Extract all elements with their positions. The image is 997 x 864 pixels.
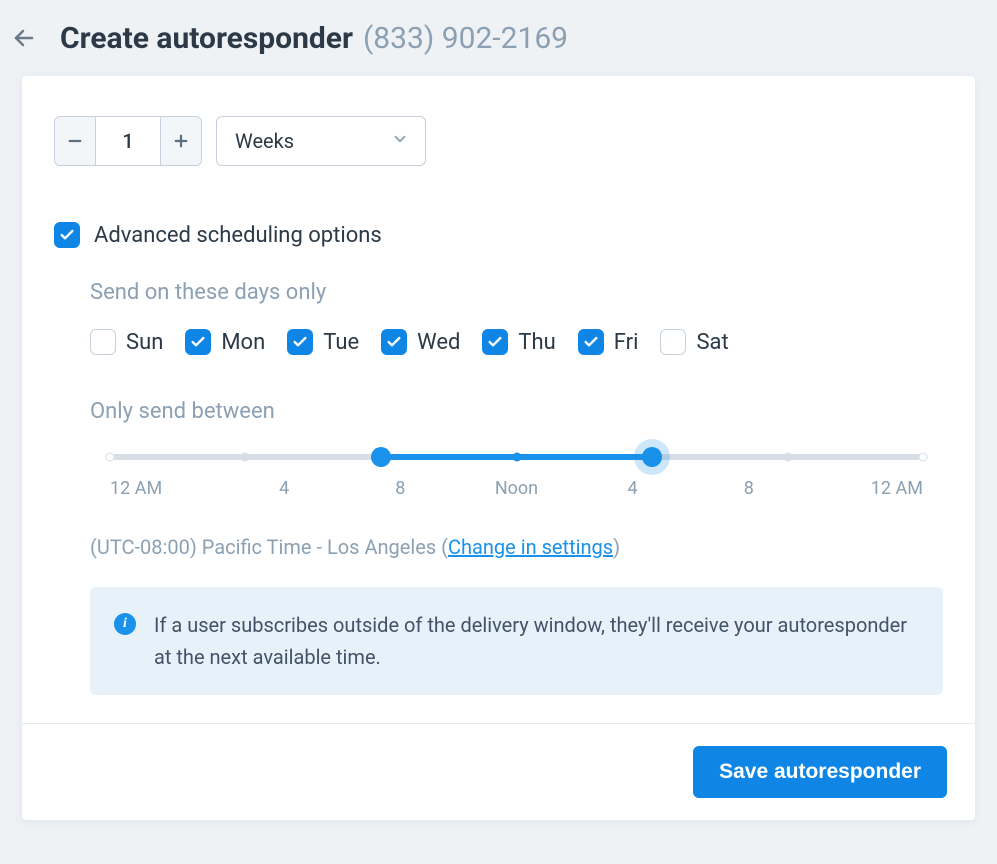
chevron-down-icon (391, 129, 409, 153)
info-callout: i If a user subscribes outside of the de… (90, 587, 943, 695)
day-mon: Mon (185, 329, 265, 355)
time-slider-end-handle[interactable] (642, 447, 662, 467)
delay-row: 1 Weeks (54, 116, 943, 166)
day-label: Thu (518, 330, 555, 355)
info-text: If a user subscribes outside of the deli… (154, 609, 919, 673)
advanced-options-row: Advanced scheduling options (54, 222, 943, 248)
back-button[interactable] (4, 18, 44, 58)
time-slider-tick (919, 453, 928, 462)
day-label: Mon (221, 330, 265, 355)
day-wed: Wed (381, 329, 460, 355)
minus-icon (66, 132, 84, 150)
page-header: Create autoresponder (833) 902-2169 (0, 0, 997, 76)
time-window-slider[interactable]: 12 AM48Noon4812 AM (98, 454, 935, 499)
time-slider-tick (783, 453, 792, 462)
days-row: Sun Mon Tue Wed Thu Fri Sat (90, 329, 943, 355)
time-slider-tick-label: 12 AM (807, 478, 923, 499)
timezone-row: (UTC-08:00) Pacific Time - Los Angeles (… (90, 535, 943, 559)
day-checkbox-mon[interactable] (185, 329, 211, 355)
day-checkbox-fri[interactable] (578, 329, 604, 355)
day-sat: Sat (660, 329, 728, 355)
delay-value[interactable]: 1 (95, 117, 161, 165)
day-label: Fri (614, 330, 639, 355)
change-timezone-link[interactable]: Change in settings (448, 535, 613, 559)
form-card: 1 Weeks Advanced scheduling option (22, 76, 975, 820)
day-checkbox-sun[interactable] (90, 329, 116, 355)
time-slider-start-handle[interactable] (371, 447, 391, 467)
time-slider-tick (106, 453, 115, 462)
timezone-suffix: ) (613, 535, 620, 559)
check-icon (292, 334, 308, 350)
time-slider-tick (241, 453, 250, 462)
delay-stepper: 1 (54, 116, 202, 166)
check-icon (386, 334, 402, 350)
advanced-options-checkbox[interactable] (54, 222, 80, 248)
day-checkbox-wed[interactable] (381, 329, 407, 355)
day-label: Sat (696, 330, 728, 355)
info-icon: i (114, 613, 136, 635)
time-slider-tick-label: 8 (342, 478, 458, 499)
day-tue: Tue (287, 329, 359, 355)
time-slider-tick-label: 4 (575, 478, 691, 499)
delay-unit-select[interactable]: Weeks (216, 116, 426, 166)
time-slider-tick-label: 12 AM (110, 478, 226, 499)
timezone-text: (UTC-08:00) Pacific Time - Los Angeles ( (90, 535, 448, 559)
check-icon (190, 334, 206, 350)
day-sun: Sun (90, 329, 163, 355)
time-slider-tick-label: 4 (226, 478, 342, 499)
arrow-left-icon (12, 26, 36, 50)
days-heading: Send on these days only (90, 280, 943, 305)
check-icon (487, 334, 503, 350)
day-label: Sun (126, 330, 163, 355)
check-icon (583, 334, 599, 350)
time-slider-labels: 12 AM48Noon4812 AM (110, 478, 923, 499)
day-label: Wed (417, 330, 460, 355)
day-checkbox-sat[interactable] (660, 329, 686, 355)
card-footer: Save autoresponder (22, 723, 975, 820)
time-window-heading: Only send between (90, 399, 943, 424)
delay-unit-label: Weeks (235, 129, 294, 153)
check-icon (59, 227, 75, 243)
advanced-options-label: Advanced scheduling options (94, 223, 382, 248)
page-subtitle-phone: (833) 902-2169 (363, 21, 568, 56)
day-fri: Fri (578, 329, 639, 355)
time-slider-tick-label: 8 (691, 478, 807, 499)
delay-decrement-button[interactable] (55, 117, 95, 165)
day-checkbox-thu[interactable] (482, 329, 508, 355)
day-checkbox-tue[interactable] (287, 329, 313, 355)
day-label: Tue (323, 330, 359, 355)
page-title: Create autoresponder (60, 21, 353, 56)
delay-increment-button[interactable] (161, 117, 201, 165)
time-slider-tick (512, 453, 521, 462)
time-slider-tick-label: Noon (458, 478, 574, 499)
save-autoresponder-button[interactable]: Save autoresponder (693, 746, 947, 798)
day-thu: Thu (482, 329, 555, 355)
plus-icon (172, 132, 190, 150)
